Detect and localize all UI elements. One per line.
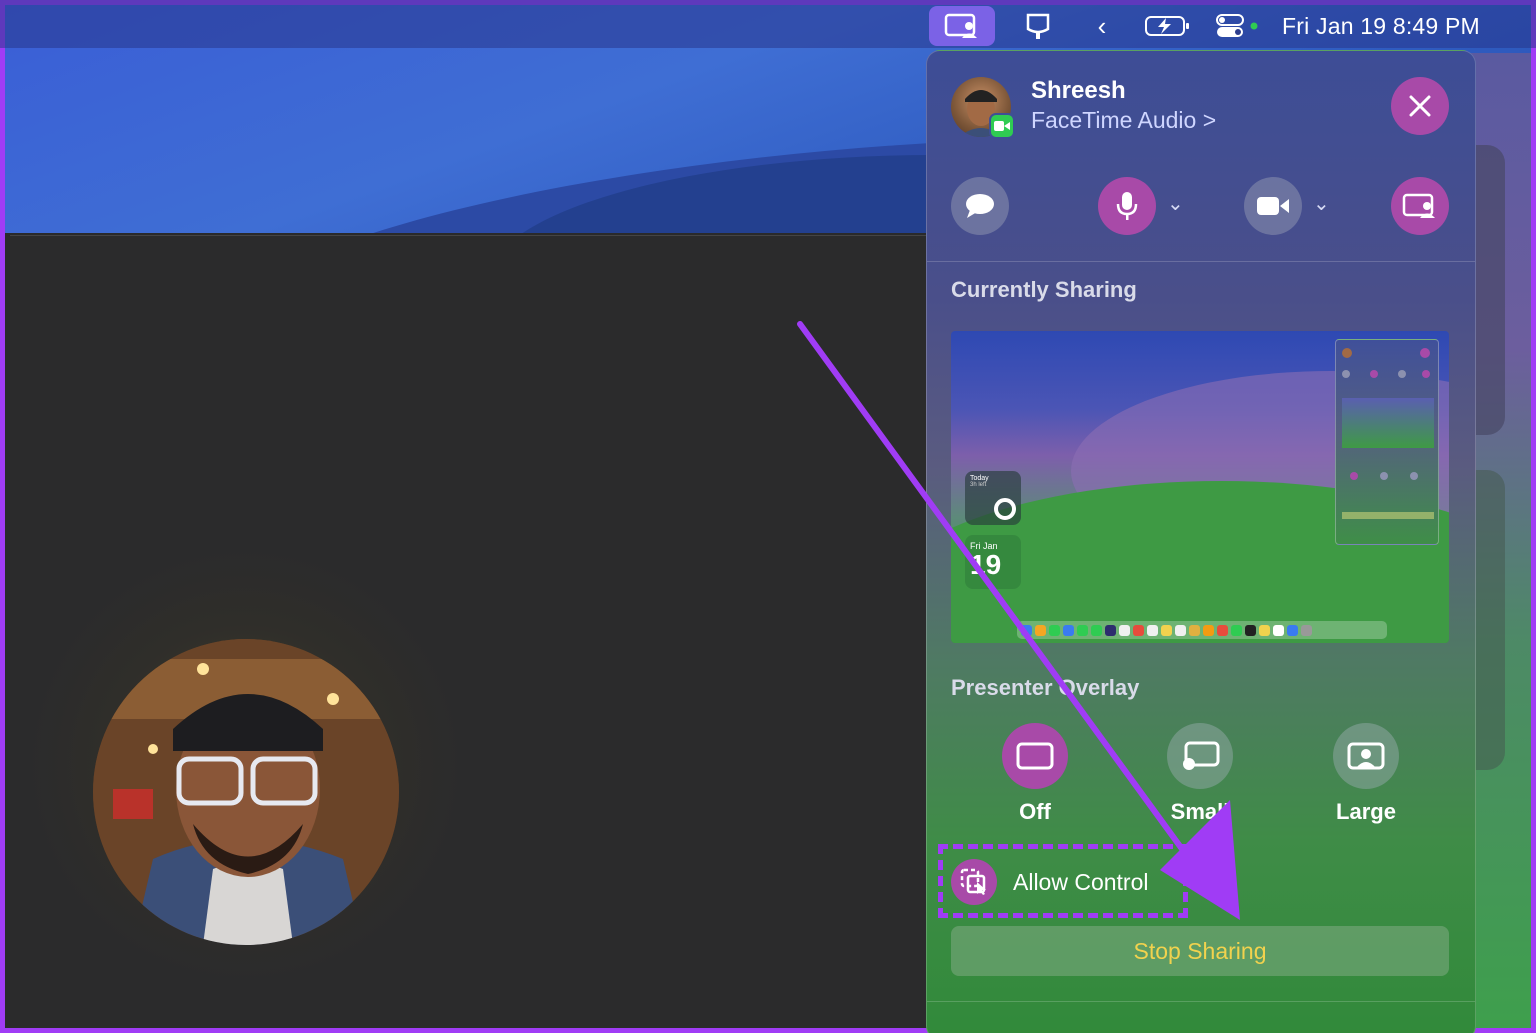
overlay-option-off[interactable]: Off [980,723,1090,825]
currently-sharing-heading: Currently Sharing [951,277,1137,302]
preview-battery-widget: Today 3h left [965,471,1021,525]
messages-button[interactable] [951,177,1009,235]
control-center-icon[interactable] [1212,6,1262,46]
close-icon [1409,95,1431,117]
microphone-icon [1116,192,1138,220]
video-camera-icon [1257,197,1289,215]
message-bubble-icon [966,194,994,218]
presenter-portrait [93,639,399,945]
preview-widget-label: Today [970,475,989,482]
preview-calendar-widget: Fri Jan 19 [965,535,1021,589]
microphone-button[interactable] [1098,177,1156,235]
overlay-large-icon [1333,723,1399,789]
overlay-off-icon [1002,723,1068,789]
call-type-link[interactable]: FaceTime Audio > [1031,107,1216,134]
overlay-option-large[interactable]: Large [1311,723,1421,825]
menu-bar-clock[interactable]: Fri Jan 19 8:49 PM [1282,6,1502,46]
preview-mini-panel [1335,339,1439,545]
overlay-option-small[interactable]: Small [1145,723,1255,825]
presenter-overlay-menu-icon[interactable] [1018,6,1058,46]
preview-widget-sublabel: 3h left [970,482,987,488]
screen-share-icon [1402,193,1435,218]
stop-sharing-button[interactable]: Stop Sharing [951,926,1449,976]
presenter-video-bubble[interactable] [93,639,399,945]
chevron-left-icon[interactable]: ‹ [1090,6,1114,46]
preview-dock [1017,621,1387,639]
camera-options-chevron-icon[interactable]: ⌄ [1313,191,1330,216]
overlay-option-label: Off [1019,799,1051,824]
screen-share-button[interactable] [1391,177,1449,235]
caller-name: Shreesh [1031,77,1126,104]
divider [927,261,1475,262]
overlay-small-icon [1167,723,1233,789]
screen-sharing-menu-icon[interactable] [929,6,995,46]
divider [927,1001,1475,1002]
microphone-options-chevron-icon[interactable]: ⌄ [1167,191,1184,216]
camera-button[interactable] [1244,177,1302,235]
overlay-option-label: Small [1170,799,1230,824]
end-call-button[interactable] [1391,77,1449,135]
preview-calendar-number: 19 [970,549,1002,580]
presenter-overlay-heading: Presenter Overlay [951,675,1140,700]
shared-screen-preview[interactable]: Today 3h left Fri Jan 19 [951,331,1449,643]
highlight-dashed-box [938,844,1188,918]
menu-bar: ‹ Fri Jan 19 8:49 PM [0,0,1536,48]
battery-charging-icon[interactable] [1142,6,1194,46]
overlay-option-label: Large [1336,799,1396,824]
facetime-icon [989,113,1015,139]
